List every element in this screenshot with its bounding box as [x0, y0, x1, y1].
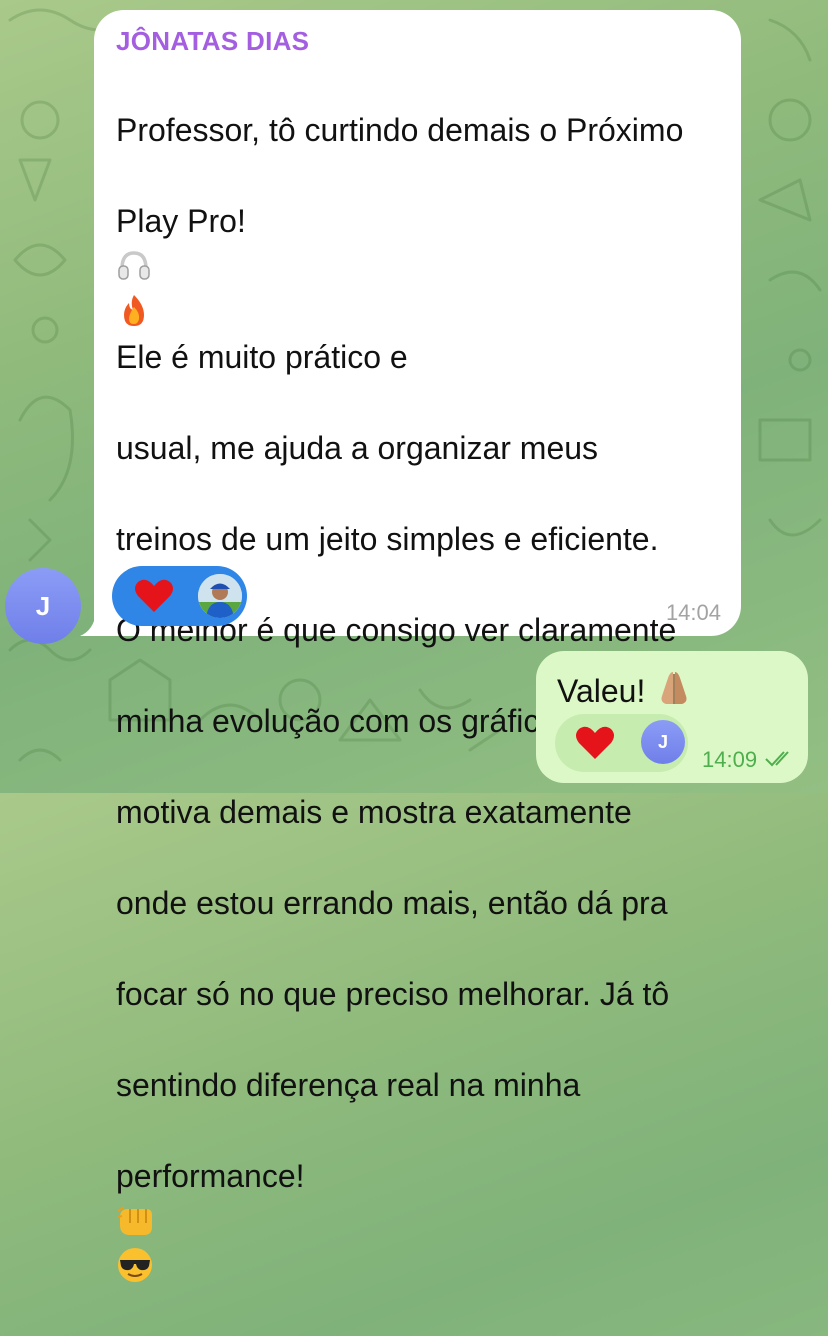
- message-line: onde estou errando mais, então dá pra: [116, 885, 668, 921]
- message-timestamp: 14:09: [702, 747, 758, 772]
- message-line: Professor, tô curtindo demais o Próximo: [116, 111, 684, 148]
- message-line: focar só no que preciso melhorar. Já tô: [116, 976, 670, 1012]
- message-line: usual, me ajuda a organizar meus: [116, 430, 599, 466]
- message-line: Play Pro! Ele é muito prático e: [116, 202, 408, 376]
- avatar-initial: J: [35, 590, 51, 621]
- profile-photo-image: [198, 574, 242, 618]
- reactor-initial: J: [657, 731, 668, 752]
- message-line: sentindo diferença real na minha: [116, 1067, 581, 1103]
- incoming-message-bubble[interactable]: JÔNATAS DIAS Professor, tô curtindo dema…: [80, 10, 741, 1282]
- sender-avatar[interactable]: J: [5, 568, 81, 644]
- sender-name[interactable]: JÔNATAS DIAS: [116, 26, 309, 57]
- reactor-profile-photo[interactable]: [198, 574, 242, 618]
- bubble-tail: [80, 612, 110, 636]
- fire-emoji: [124, 294, 144, 326]
- reactor-avatar[interactable]: J: [641, 720, 685, 764]
- reaction-pill[interactable]: [112, 566, 247, 626]
- fist-bump-emoji: [117, 1205, 152, 1235]
- headphones-emoji: [118, 251, 150, 280]
- message-timestamp: 14:04: [665, 600, 721, 625]
- outgoing-message-text: Valeu!: [557, 668, 694, 710]
- outgoing-message-bubble[interactable]: Valeu! J 14:09: [536, 651, 808, 783]
- message-line: treinos de um jeito simples e eficiente.: [116, 521, 659, 557]
- heart-reaction-icon: [576, 726, 614, 759]
- read-double-check-icon: [765, 751, 789, 767]
- folded-hands-emoji: [661, 672, 687, 704]
- message-line: performance!: [116, 1154, 731, 1291]
- reaction-pill[interactable]: J: [555, 714, 688, 772]
- heart-reaction-icon: [135, 579, 173, 612]
- message-line: motiva demais e mostra exatamente: [116, 794, 632, 830]
- sunglasses-emoji: [118, 1248, 152, 1282]
